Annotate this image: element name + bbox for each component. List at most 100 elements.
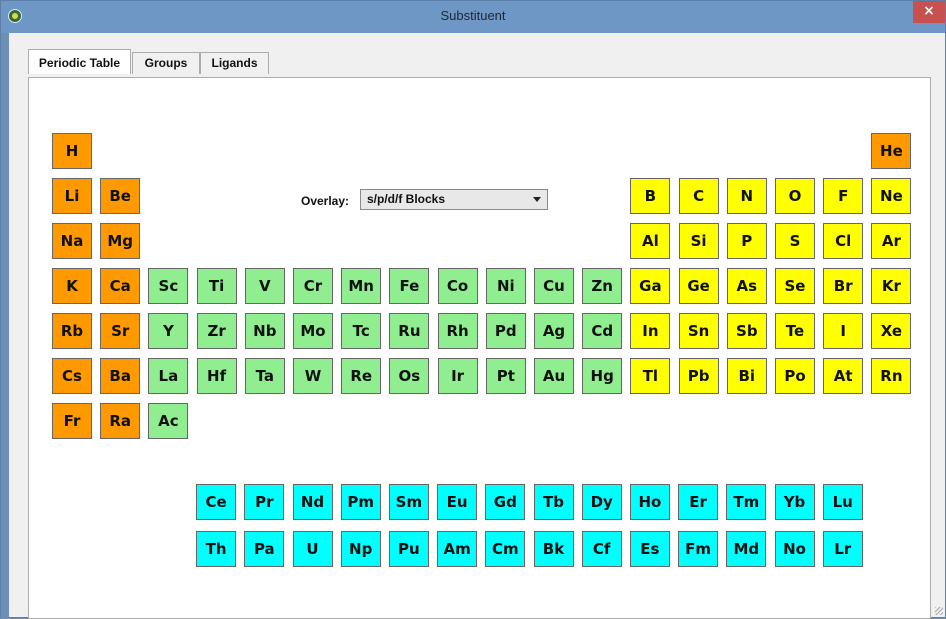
element-nb[interactable]: Nb bbox=[244, 313, 285, 349]
element-yb[interactable]: Yb bbox=[774, 484, 815, 520]
element-p[interactable]: P bbox=[726, 223, 767, 259]
element-ru[interactable]: Ru bbox=[389, 313, 430, 349]
element-dy[interactable]: Dy bbox=[581, 484, 622, 520]
element-sm[interactable]: Sm bbox=[388, 484, 429, 520]
element-h[interactable]: H bbox=[52, 133, 92, 169]
element-lu[interactable]: Lu bbox=[822, 484, 863, 520]
element-al[interactable]: Al bbox=[630, 223, 671, 259]
element-cu[interactable]: Cu bbox=[534, 268, 574, 304]
element-k[interactable]: K bbox=[52, 268, 92, 304]
element-lr[interactable]: Lr bbox=[822, 531, 863, 568]
tab-periodic-table[interactable]: Periodic Table bbox=[28, 49, 131, 74]
element-po[interactable]: Po bbox=[775, 358, 815, 394]
element-hf[interactable]: Hf bbox=[196, 358, 237, 394]
element-i[interactable]: I bbox=[823, 313, 864, 349]
element-w[interactable]: W bbox=[293, 358, 333, 394]
element-as[interactable]: As bbox=[726, 268, 767, 304]
element-sr[interactable]: Sr bbox=[100, 313, 141, 349]
element-ar[interactable]: Ar bbox=[871, 223, 912, 259]
element-ir[interactable]: Ir bbox=[437, 358, 478, 394]
element-tl[interactable]: Tl bbox=[630, 358, 671, 394]
element-cf[interactable]: Cf bbox=[581, 531, 622, 568]
element-se[interactable]: Se bbox=[775, 268, 815, 304]
element-gd[interactable]: Gd bbox=[485, 484, 526, 520]
element-at[interactable]: At bbox=[823, 358, 864, 394]
element-pr[interactable]: Pr bbox=[244, 484, 285, 520]
element-co[interactable]: Co bbox=[437, 268, 478, 304]
element-es[interactable]: Es bbox=[629, 531, 670, 568]
element-be[interactable]: Be bbox=[100, 178, 141, 214]
element-au[interactable]: Au bbox=[534, 358, 574, 394]
element-si[interactable]: Si bbox=[678, 223, 719, 259]
element-he[interactable]: He bbox=[871, 133, 912, 169]
element-zr[interactable]: Zr bbox=[196, 313, 237, 349]
element-ce[interactable]: Ce bbox=[196, 484, 237, 520]
element-nd[interactable]: Nd bbox=[292, 484, 333, 520]
element-na[interactable]: Na bbox=[52, 223, 92, 259]
resize-grip[interactable] bbox=[935, 607, 943, 615]
element-kr[interactable]: Kr bbox=[871, 268, 912, 304]
element-in[interactable]: In bbox=[630, 313, 671, 349]
element-mo[interactable]: Mo bbox=[293, 313, 333, 349]
element-ra[interactable]: Ra bbox=[100, 403, 141, 439]
element-cr[interactable]: Cr bbox=[293, 268, 333, 304]
element-zn[interactable]: Zn bbox=[582, 268, 623, 304]
element-v[interactable]: V bbox=[244, 268, 285, 304]
element-pu[interactable]: Pu bbox=[388, 531, 429, 568]
element-md[interactable]: Md bbox=[726, 531, 767, 568]
element-ge[interactable]: Ge bbox=[678, 268, 719, 304]
overlay-dropdown[interactable]: s/p/d/f Blocks bbox=[360, 189, 548, 210]
tab-ligands[interactable]: Ligands bbox=[200, 52, 269, 74]
element-pd[interactable]: Pd bbox=[485, 313, 526, 349]
element-xe[interactable]: Xe bbox=[871, 313, 912, 349]
element-s[interactable]: S bbox=[775, 223, 815, 259]
element-cm[interactable]: Cm bbox=[485, 531, 526, 568]
element-sb[interactable]: Sb bbox=[726, 313, 767, 349]
element-f[interactable]: F bbox=[823, 178, 864, 214]
element-mg[interactable]: Mg bbox=[100, 223, 141, 259]
title-bar[interactable]: Substituent × bbox=[1, 1, 945, 33]
element-ac[interactable]: Ac bbox=[148, 403, 189, 439]
element-mn[interactable]: Mn bbox=[341, 268, 382, 304]
element-fm[interactable]: Fm bbox=[678, 531, 719, 568]
element-pa[interactable]: Pa bbox=[244, 531, 285, 568]
element-er[interactable]: Er bbox=[678, 484, 719, 520]
element-cd[interactable]: Cd bbox=[582, 313, 623, 349]
element-o[interactable]: O bbox=[775, 178, 815, 214]
element-bk[interactable]: Bk bbox=[533, 531, 574, 568]
element-te[interactable]: Te bbox=[775, 313, 815, 349]
element-cl[interactable]: Cl bbox=[823, 223, 864, 259]
element-ne[interactable]: Ne bbox=[871, 178, 912, 214]
element-ni[interactable]: Ni bbox=[485, 268, 526, 304]
element-tm[interactable]: Tm bbox=[726, 484, 767, 520]
element-ta[interactable]: Ta bbox=[244, 358, 285, 394]
close-button[interactable]: × bbox=[913, 1, 945, 23]
tab-groups[interactable]: Groups bbox=[132, 52, 200, 74]
element-y[interactable]: Y bbox=[148, 313, 189, 349]
element-sn[interactable]: Sn bbox=[678, 313, 719, 349]
element-ca[interactable]: Ca bbox=[100, 268, 141, 304]
element-li[interactable]: Li bbox=[52, 178, 92, 214]
element-fe[interactable]: Fe bbox=[389, 268, 430, 304]
element-rb[interactable]: Rb bbox=[52, 313, 92, 349]
element-n[interactable]: N bbox=[726, 178, 767, 214]
element-cs[interactable]: Cs bbox=[52, 358, 92, 394]
element-ba[interactable]: Ba bbox=[100, 358, 141, 394]
element-re[interactable]: Re bbox=[341, 358, 382, 394]
element-br[interactable]: Br bbox=[823, 268, 864, 304]
element-u[interactable]: U bbox=[292, 531, 333, 568]
element-ho[interactable]: Ho bbox=[629, 484, 670, 520]
element-rn[interactable]: Rn bbox=[871, 358, 912, 394]
element-ti[interactable]: Ti bbox=[196, 268, 237, 304]
element-ag[interactable]: Ag bbox=[534, 313, 574, 349]
element-pm[interactable]: Pm bbox=[340, 484, 381, 520]
element-am[interactable]: Am bbox=[437, 531, 478, 568]
element-np[interactable]: Np bbox=[340, 531, 381, 568]
element-th[interactable]: Th bbox=[196, 531, 237, 568]
element-fr[interactable]: Fr bbox=[52, 403, 92, 439]
element-pt[interactable]: Pt bbox=[485, 358, 526, 394]
element-tb[interactable]: Tb bbox=[533, 484, 574, 520]
element-eu[interactable]: Eu bbox=[437, 484, 478, 520]
element-ga[interactable]: Ga bbox=[630, 268, 671, 304]
element-pb[interactable]: Pb bbox=[678, 358, 719, 394]
